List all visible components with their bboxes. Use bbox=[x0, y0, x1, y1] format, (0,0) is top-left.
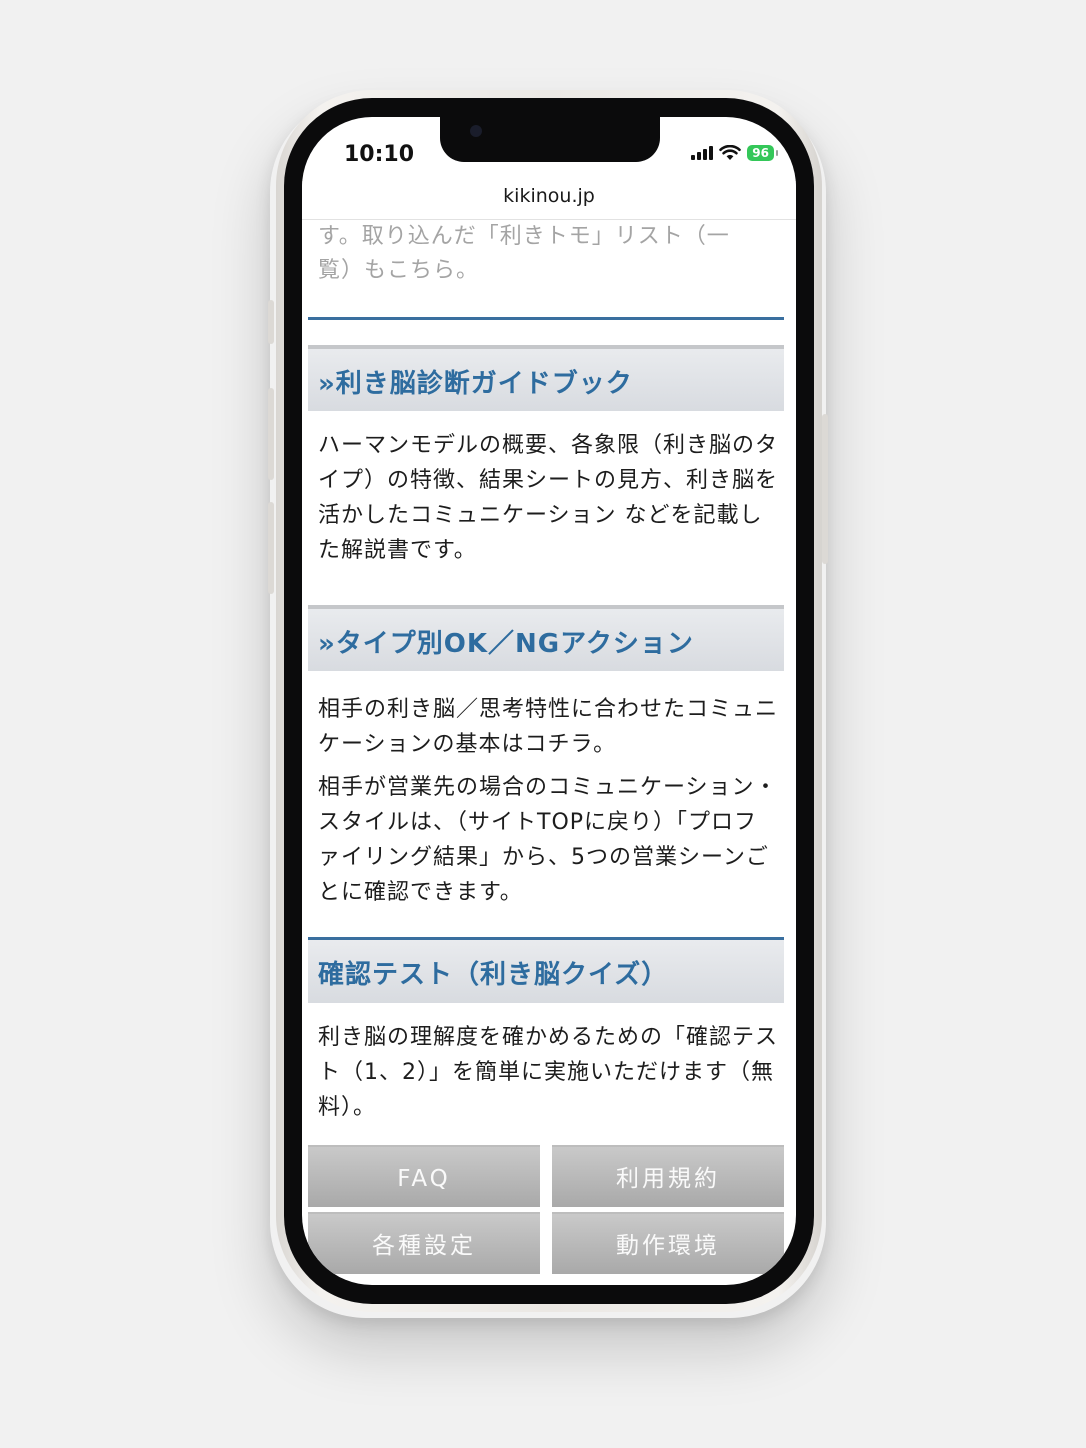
volume-up-button bbox=[268, 388, 274, 480]
power-button bbox=[822, 414, 828, 564]
volume-down-button bbox=[268, 502, 274, 594]
cellular-signal-icon bbox=[691, 146, 714, 160]
front-camera-icon bbox=[470, 125, 482, 137]
faq-button[interactable]: FAQ bbox=[308, 1145, 540, 1207]
intro-text: す。取り込んだ「利きトモ」リスト（一 覧）もこちら。 bbox=[302, 220, 746, 288]
status-icons: 96 bbox=[691, 145, 778, 161]
divider bbox=[308, 317, 784, 320]
settings-button[interactable]: 各種設定 bbox=[308, 1212, 540, 1274]
silent-switch bbox=[268, 300, 274, 344]
phone-screen: 10:10 96 kikinou.jp す。取り込んだ「利きトモ」リスト（一 覧… bbox=[302, 117, 796, 1285]
section-body-guidebook: ハーマンモデルの概要、各象限（利き脳のタイプ）の特徴、結果シートの見方、利き脳を… bbox=[318, 428, 780, 576]
wifi-icon bbox=[719, 145, 742, 160]
status-time: 10:10 bbox=[344, 142, 415, 167]
environment-button[interactable]: 動作環境 bbox=[552, 1212, 784, 1274]
battery-level: 96 bbox=[752, 146, 769, 160]
url-text: kikinou.jp bbox=[503, 185, 595, 207]
paragraph: 相手の利き脳／思考特性に合わせたコミュニケーションの基本はコチラ。 bbox=[318, 697, 779, 757]
url-bar[interactable]: kikinou.jp bbox=[302, 181, 796, 220]
battery-icon: 96 bbox=[747, 145, 778, 161]
paragraph: 利き脳の理解度を確かめるための「確認テスト（1、2）」を簡単に実施いただけます（… bbox=[318, 1025, 779, 1120]
section-heading-quiz[interactable]: 確認テスト（利き脳クイズ） bbox=[308, 937, 784, 1003]
paragraph: 相手が営業先の場合のコミュニケーション・スタイルは、（サイトTOPに戻り）「プロ… bbox=[318, 775, 778, 905]
section-heading-guidebook[interactable]: »利き脳診断ガイドブック bbox=[308, 345, 784, 411]
intro-line: す。取り込んだ「利きトモ」リスト（一 bbox=[318, 224, 730, 249]
intro-line: 覧）もこちら。 bbox=[318, 258, 480, 283]
terms-button[interactable]: 利用規約 bbox=[552, 1145, 784, 1207]
section-body-quiz: 利き脳の理解度を確かめるための「確認テスト（1、2）」を簡単に実施いただけます（… bbox=[318, 1020, 780, 1133]
section-heading-ok-ng-actions[interactable]: »タイプ別OK／NGアクション bbox=[308, 605, 784, 671]
notch bbox=[440, 117, 660, 162]
paragraph: ハーマンモデルの概要、各象限（利き脳のタイプ）の特徴、結果シートの見方、利き脳を… bbox=[318, 433, 779, 563]
section-body-ok-ng-actions: 相手の利き脳／思考特性に合わせたコミュニケーションの基本はコチラ。 相手が営業先… bbox=[318, 692, 780, 918]
